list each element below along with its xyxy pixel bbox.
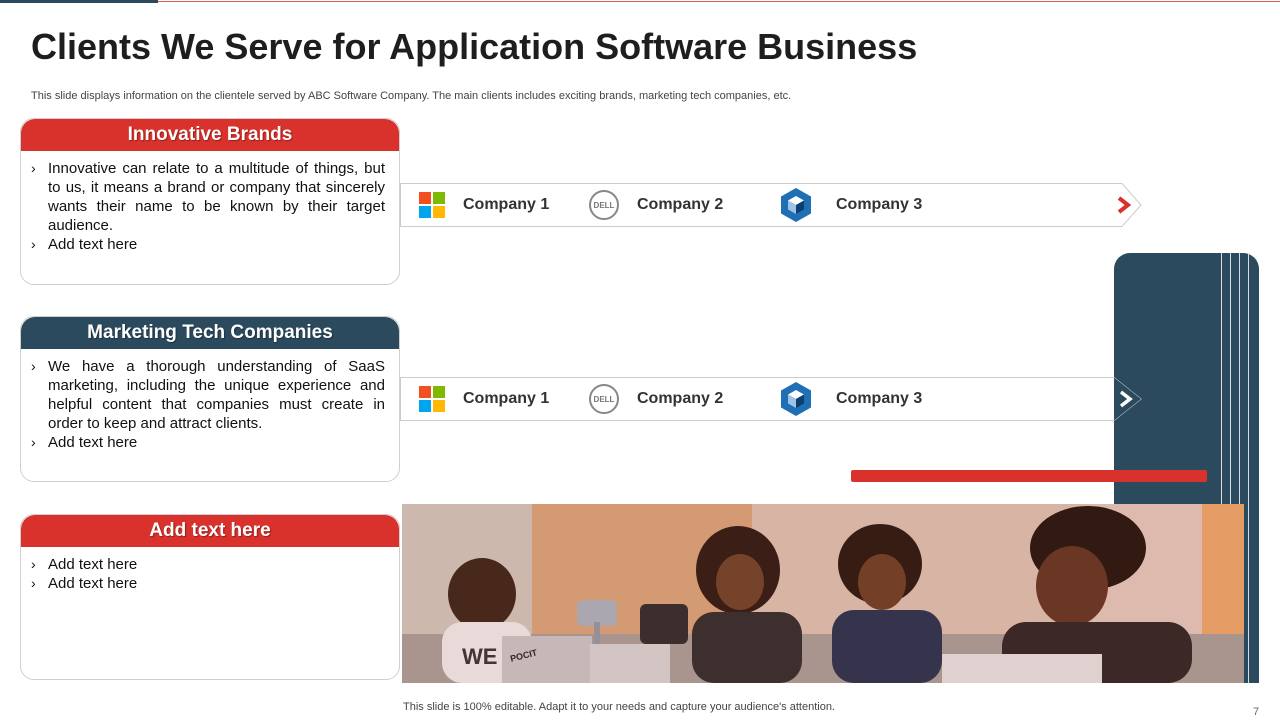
bullet-item: › Add text here bbox=[31, 555, 385, 574]
company-item: Company 3 bbox=[780, 183, 922, 227]
company-item: Company 3 bbox=[780, 377, 922, 421]
bullet-text: Innovative can relate to a multitude of … bbox=[48, 160, 385, 234]
company-name: Company 3 bbox=[836, 390, 923, 407]
microsoft-logo-icon bbox=[419, 192, 445, 218]
panel-divider-line bbox=[1248, 253, 1249, 683]
company-name: Company 2 bbox=[637, 390, 724, 407]
company-name: Company 1 bbox=[463, 390, 550, 407]
page-number: 7 bbox=[1253, 706, 1260, 718]
company-item: Company 1 bbox=[419, 377, 549, 421]
card-heading: Add text here bbox=[21, 515, 399, 547]
company-item: DELL Company 2 bbox=[589, 377, 723, 421]
company-name: Company 2 bbox=[637, 196, 724, 213]
bullet-text: Add text here bbox=[48, 556, 138, 573]
cube-logo-icon bbox=[781, 188, 811, 222]
bullet-chevron-icon: › bbox=[31, 358, 36, 374]
company-name: Company 1 bbox=[463, 196, 550, 213]
bullet-chevron-icon: › bbox=[31, 575, 36, 591]
card-innovative-brands: Innovative Brands › Innovative can relat… bbox=[20, 118, 400, 285]
company-item: Company 1 bbox=[419, 183, 549, 227]
bullet-text: We have a thorough understanding of SaaS… bbox=[48, 358, 385, 432]
slide-title: Clients We Serve for Application Softwar… bbox=[31, 26, 918, 67]
company-row-2: Company 1 DELL Company 2 Company 3 bbox=[400, 377, 1142, 421]
bullet-item: › Innovative can relate to a multitude o… bbox=[31, 159, 385, 235]
slide-subtitle: This slide displays information on the c… bbox=[31, 90, 792, 102]
bullet-chevron-icon: › bbox=[31, 236, 36, 252]
bullet-item: › Add text here bbox=[31, 574, 385, 593]
card-add-text: Add text here › Add text here › Add text… bbox=[20, 514, 400, 680]
chevron-right-icon bbox=[1117, 196, 1132, 214]
photo-illustration: WE POCIT bbox=[402, 504, 1244, 683]
top-accent-line-dark bbox=[0, 0, 158, 3]
cube-logo-icon bbox=[781, 382, 811, 416]
card-heading: Innovative Brands bbox=[21, 119, 399, 151]
bullet-text: Add text here bbox=[48, 236, 138, 253]
team-meeting-photo: WE POCIT bbox=[402, 504, 1244, 683]
chevron-right-icon bbox=[1119, 390, 1133, 408]
company-item: DELL Company 2 bbox=[589, 183, 723, 227]
dell-logo-icon: DELL bbox=[589, 384, 619, 414]
footer-note: This slide is 100% editable. Adapt it to… bbox=[403, 701, 835, 713]
microsoft-logo-icon bbox=[419, 386, 445, 412]
company-row-1: Company 1 DELL Company 2 Company 3 bbox=[400, 183, 1142, 227]
bullet-chevron-icon: › bbox=[31, 556, 36, 572]
card-marketing-tech: Marketing Tech Companies › We have a tho… bbox=[20, 316, 400, 482]
bullet-text: Add text here bbox=[48, 434, 138, 451]
red-accent-bar bbox=[851, 470, 1207, 482]
company-name: Company 3 bbox=[836, 196, 923, 213]
bullet-item: › Add text here bbox=[31, 433, 385, 452]
bullet-chevron-icon: › bbox=[31, 434, 36, 450]
bullet-chevron-icon: › bbox=[31, 160, 36, 176]
bullet-item: › We have a thorough understanding of Sa… bbox=[31, 357, 385, 433]
top-accent-line-red bbox=[158, 1, 1280, 2]
bullet-text: Add text here bbox=[48, 575, 138, 592]
dell-logo-icon: DELL bbox=[589, 190, 619, 220]
card-heading: Marketing Tech Companies bbox=[21, 317, 399, 349]
bullet-item: › Add text here bbox=[31, 235, 385, 254]
